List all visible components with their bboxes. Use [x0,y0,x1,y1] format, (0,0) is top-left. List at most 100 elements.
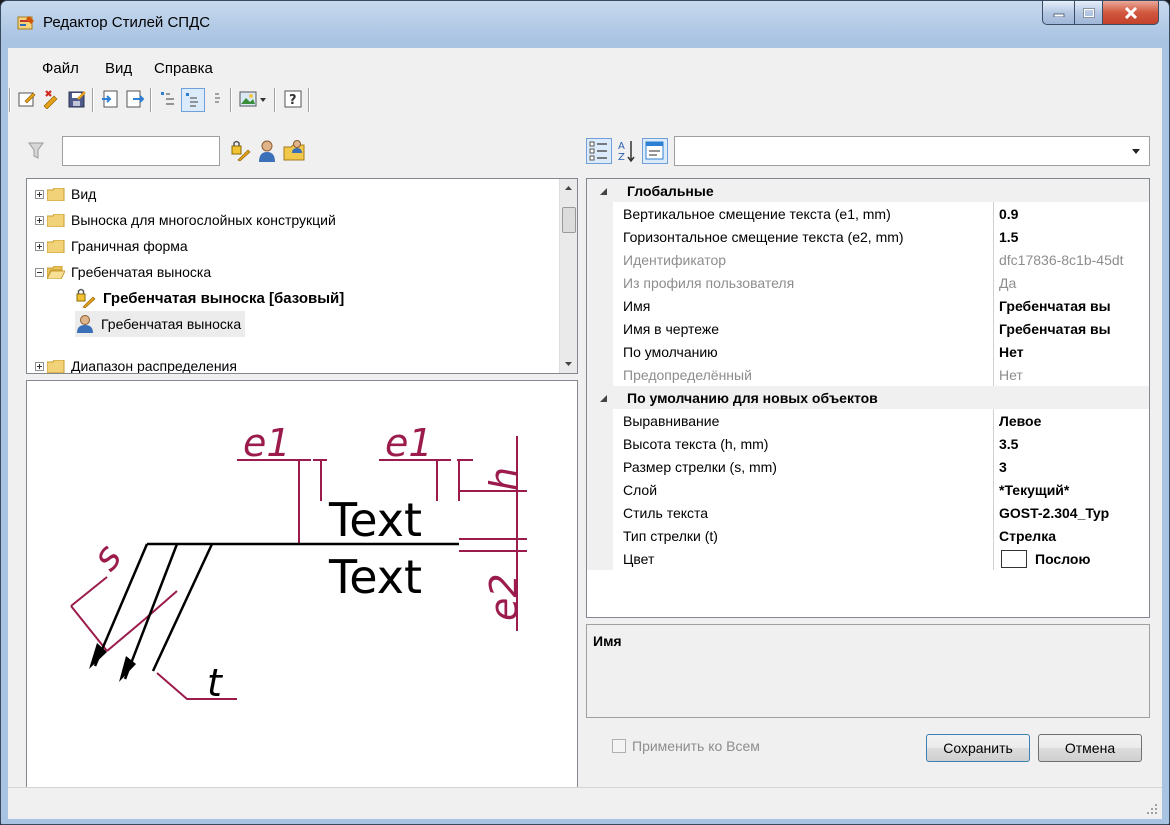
property-name: По умолчанию [623,344,718,360]
expand-icon[interactable] [35,361,44,371]
collapse-triangle-icon[interactable] [599,394,608,403]
style-preview: e1 e1 h s t e2 Text Text [26,380,578,812]
title-bar[interactable]: Редактор Стилей СПДС [1,1,1169,47]
tree-item[interactable]: Граничная форма [35,233,188,259]
property-name: Идентификатор [623,252,727,268]
property-row[interactable]: Стиль текста GOST-2.304_Typ [587,501,1149,524]
user-icon[interactable] [257,139,277,163]
help-icon[interactable]: ? [282,88,304,110]
object-dropdown[interactable] [674,136,1150,166]
property-value: Да [999,275,1017,291]
filter-icon[interactable] [28,142,44,160]
property-row[interactable]: Горизонтальное смещение текста (e2, mm) 1… [587,225,1149,248]
view-list-icon[interactable] [157,88,179,110]
scroll-up-icon[interactable] [560,179,577,197]
property-name: Выравнивание [623,413,720,429]
tree-item[interactable]: Диапазон распределения [35,353,237,373]
menu-bar: Файл Вид Справка [8,48,1162,82]
view-details-icon[interactable] [206,88,228,110]
delete-style-icon[interactable] [40,88,62,110]
apply-all-checkbox[interactable] [612,739,626,753]
property-value[interactable]: Нет [999,344,1024,360]
menu-help[interactable]: Справка [154,60,213,77]
tree-scrollbar[interactable] [559,179,577,373]
resize-grip-icon[interactable] [1146,803,1158,815]
category-row[interactable]: Глобальные [587,179,1149,202]
property-value[interactable]: 3 [999,459,1007,475]
save-button[interactable]: Сохранить [926,734,1030,762]
save-icon[interactable] [66,88,88,110]
h-label: h [482,467,526,491]
filter-input[interactable] [62,136,220,166]
close-icon [1124,6,1137,19]
expand-icon[interactable] [35,241,44,251]
property-row[interactable]: Вертикальное смещение текста (e1, mm) 0.9 [587,202,1149,225]
property-value[interactable]: *Текущий* [999,482,1069,498]
t-label: t [207,661,224,705]
folder-icon [47,213,65,227]
property-row[interactable]: По умолчанию Нет [587,340,1149,363]
folder-icon [47,359,65,373]
lock-style-icon[interactable] [230,140,252,162]
export-icon[interactable] [124,88,146,110]
apply-all-checkbox-row[interactable]: Применить ко Всем [612,738,760,754]
svg-text:A: A [618,141,625,152]
close-button[interactable] [1103,1,1159,25]
tree-item-label: Выноска для многослойных конструкций [71,212,336,228]
property-value[interactable]: GOST-2.304_Typ [999,505,1109,521]
collapse-triangle-icon[interactable] [599,187,608,196]
property-row[interactable]: Цвет Послою [587,547,1149,570]
property-value[interactable]: Левое [999,413,1041,429]
cancel-button[interactable]: Отмена [1038,734,1142,762]
property-row[interactable]: Размер стрелки (s, mm) 3 [587,455,1149,478]
tree-item-label: Гребенчатая выноска [базовый] [103,289,345,307]
category-row[interactable]: По умолчанию для новых объектов [587,386,1149,409]
scroll-thumb[interactable] [562,207,576,233]
import-icon[interactable] [99,88,121,110]
tree-item[interactable]: Гребенчатая выноска [35,259,211,285]
minimize-button[interactable] [1042,1,1075,25]
property-name: Вертикальное смещение текста (e1, mm) [623,206,891,222]
text-sample-top: Text [328,493,422,547]
chevron-down-icon [1132,149,1140,154]
categorized-view-button[interactable] [586,138,612,164]
property-value[interactable]: 1.5 [999,229,1018,245]
property-row[interactable]: Идентификатор dfc17836-8c1b-45dt [587,248,1149,271]
property-row[interactable]: Имя Гребенчатая вы [587,294,1149,317]
expand-icon[interactable] [35,215,44,225]
property-pages-button[interactable] [642,138,668,164]
property-row[interactable]: Тип стрелки (t) Стрелка [587,524,1149,547]
scroll-down-icon[interactable] [560,355,577,373]
property-name: Цвет [623,551,655,567]
property-row[interactable]: Из профиля пользователя Да [587,271,1149,294]
property-grid[interactable]: Глобальные Вертикальное смещение текста … [586,178,1150,618]
expand-icon[interactable] [35,189,44,199]
new-style-icon[interactable] [16,88,38,110]
property-value[interactable]: Гребенчатая вы [999,298,1111,314]
preview-image-icon[interactable] [237,88,269,110]
style-tree[interactable]: Вид Выноска для многослойных конструкций… [26,178,578,374]
alphabetical-view-button[interactable]: AZ [616,138,640,164]
property-row[interactable]: Имя в чертеже Гребенчатая вы [587,317,1149,340]
property-row[interactable]: Слой *Текущий* [587,478,1149,501]
folder-user-icon[interactable] [282,139,306,163]
property-value[interactable]: 3.5 [999,436,1018,452]
svg-text:?: ? [289,93,297,108]
menu-file[interactable]: Файл [42,60,79,77]
property-value[interactable]: Гребенчатая вы [999,321,1111,337]
tree-item-selected[interactable]: Гребенчатая выноска [75,311,246,337]
property-value[interactable]: Стрелка [999,528,1056,544]
property-value[interactable]: Послою [1035,551,1090,567]
folder-icon [47,239,65,253]
tree-item[interactable]: Вид [35,181,96,207]
tree-item[interactable]: Выноска для многослойных конструкций [35,207,336,233]
collapse-icon[interactable] [35,267,44,277]
menu-view[interactable]: Вид [105,60,132,77]
tree-item[interactable]: Гребенчатая выноска [базовый] [75,285,344,311]
property-row[interactable]: Предопределённый Нет [587,363,1149,386]
maximize-button[interactable] [1075,1,1103,25]
property-row[interactable]: Выравнивание Левое [587,409,1149,432]
property-value[interactable]: 0.9 [999,206,1018,222]
view-tree-icon[interactable] [181,88,205,112]
property-row[interactable]: Высота текста (h, mm) 3.5 [587,432,1149,455]
